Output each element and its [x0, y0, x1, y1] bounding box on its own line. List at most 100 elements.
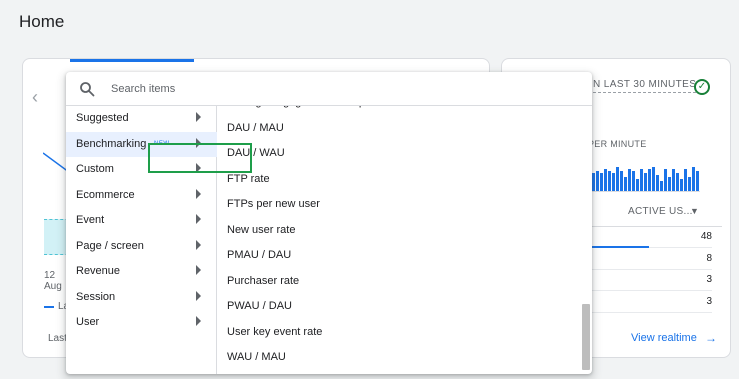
chevron-right-icon: [196, 112, 201, 122]
metric-option[interactable]: PWAU / DAU: [217, 294, 577, 319]
per-minute-bar: [592, 173, 595, 191]
metric-option-label: Purchaser rate: [227, 274, 300, 287]
per-minute-bar: [632, 171, 635, 191]
active-users-column-header[interactable]: ACTIVE US...: [628, 206, 693, 217]
category-label: Benchmarking: [76, 137, 147, 150]
metric-option[interactable]: WAU / MAU: [217, 345, 577, 370]
metric-option-label: FTP rate: [227, 172, 270, 185]
per-minute-bar: [668, 177, 671, 191]
per-minute-bar: [636, 179, 639, 191]
metric-option[interactable]: Purchaser rate: [217, 269, 577, 294]
category-item-event[interactable]: Event: [66, 208, 217, 233]
new-badge: NEW: [154, 140, 170, 147]
category-item-custom[interactable]: Custom: [66, 157, 217, 182]
page-title: Home: [19, 12, 65, 31]
category-item-ecommerce[interactable]: Ecommerce: [66, 183, 217, 208]
metric-option-label: User key event rate: [227, 325, 323, 338]
per-minute-bar: [676, 173, 679, 191]
per-minute-bar: [600, 173, 603, 191]
metric-option[interactable]: Average engagement time per session: [217, 106, 577, 115]
search-row: [66, 72, 592, 106]
chevron-left-icon[interactable]: ‹: [32, 87, 38, 108]
chevron-right-icon: [196, 137, 201, 148]
per-minute-bar: [624, 177, 627, 191]
metric-option[interactable]: DAU / MAU: [217, 116, 577, 141]
metric-option-label: DAU / WAU: [227, 147, 285, 159]
category-label: Event: [76, 214, 105, 226]
metric-option-label: FTPs per new user: [227, 198, 320, 210]
realtime-table-row: 3: [592, 292, 712, 314]
per-minute-bar: [616, 167, 619, 191]
category-label: Suggested: [76, 112, 129, 124]
per-minute-bar: [660, 181, 663, 191]
metric-picker-dropdown: Suggested Benchmarking NEW Custom Ecommerce E…: [66, 72, 592, 374]
metric-option[interactable]: User key event rate: [217, 320, 577, 345]
category-label: Session: [76, 290, 116, 303]
realtime-table-row: 3: [592, 270, 712, 292]
per-minute-bar: [696, 171, 699, 191]
per-minute-bar: [672, 169, 675, 191]
category-label: Page / screen: [76, 239, 144, 252]
per-minute-bar: [688, 177, 691, 191]
category-item-page-screen[interactable]: Page / screen: [66, 234, 217, 259]
metric-option[interactable]: PMAU / DAU: [217, 243, 577, 268]
category-label: User: [76, 316, 100, 328]
per-minute-bar: [648, 169, 651, 191]
per-minute-bar: [664, 169, 667, 191]
per-minute-bar: [628, 169, 631, 191]
view-realtime-link[interactable]: View realtime: [631, 332, 697, 344]
sort-caret-icon[interactable]: ▼: [690, 206, 699, 216]
category-label: Custom: [76, 163, 114, 175]
per-minute-bar: [684, 169, 687, 191]
per-minute-bar: [644, 173, 647, 191]
category-label: Ecommerce: [76, 188, 135, 201]
scrollbar-thumb[interactable]: [582, 304, 590, 370]
per-minute-bar: [656, 175, 659, 191]
chevron-right-icon: [196, 239, 201, 250]
per-minute-label: PER MINUTE: [588, 139, 647, 149]
metric-option[interactable]: FTPs per new user: [217, 192, 577, 217]
category-item-suggested[interactable]: Suggested: [66, 106, 217, 131]
active-users-value: 48: [700, 231, 712, 242]
metric-option-label: WAU / MAU: [227, 351, 286, 363]
per-minute-bars: [592, 167, 699, 191]
category-item-benchmarking[interactable]: Benchmarking NEW: [66, 131, 217, 157]
axis-day-label: 12: [44, 270, 56, 281]
per-minute-bar: [596, 171, 599, 191]
category-item-user[interactable]: User: [66, 310, 217, 335]
metric-option[interactable]: DAU / WAU: [217, 141, 577, 166]
category-label: Revenue: [76, 265, 121, 277]
per-minute-bar: [604, 169, 607, 191]
active-users-value: 3: [706, 274, 712, 286]
category-item-revenue[interactable]: Revenue: [66, 259, 217, 284]
search-input[interactable]: [111, 80, 551, 98]
metric-option-label: PMAU / DAU: [227, 249, 292, 261]
date-range-label[interactable]: Last: [48, 333, 67, 344]
metric-option-label: DAU / MAU: [227, 121, 284, 134]
per-minute-bar: [612, 173, 615, 191]
active-users-value: 3: [706, 296, 712, 308]
chevron-right-icon: [196, 163, 201, 173]
chevron-right-icon: [196, 188, 201, 199]
axis-month-label: Aug: [44, 281, 62, 292]
per-minute-bar: [640, 169, 643, 191]
metric-option-label: Average engagement time per session: [227, 106, 415, 108]
category-list: Suggested Benchmarking NEW Custom Ecommerce E…: [66, 106, 217, 374]
active-tab-indicator: [70, 59, 194, 62]
metric-option-label: PWAU / DAU: [227, 300, 292, 312]
chevron-right-icon: [196, 316, 201, 326]
arrow-right-icon[interactable]: →: [705, 331, 717, 345]
check-circle-icon: ✓: [694, 79, 710, 95]
chevron-right-icon: [196, 290, 201, 301]
realtime-table-row: 8: [592, 249, 712, 270]
realtime-table-row: 48: [592, 227, 712, 248]
metric-option-label: New user rate: [227, 223, 296, 236]
search-icon: [80, 82, 95, 97]
metric-option[interactable]: FTP rate: [217, 167, 577, 192]
chevron-right-icon: [196, 214, 201, 224]
metric-option[interactable]: New user rate: [217, 218, 577, 243]
chevron-right-icon: [196, 265, 201, 275]
per-minute-bar: [608, 171, 611, 191]
category-item-session[interactable]: Session: [66, 285, 217, 310]
realtime-title: N LAST 30 MINUTES: [593, 79, 697, 93]
